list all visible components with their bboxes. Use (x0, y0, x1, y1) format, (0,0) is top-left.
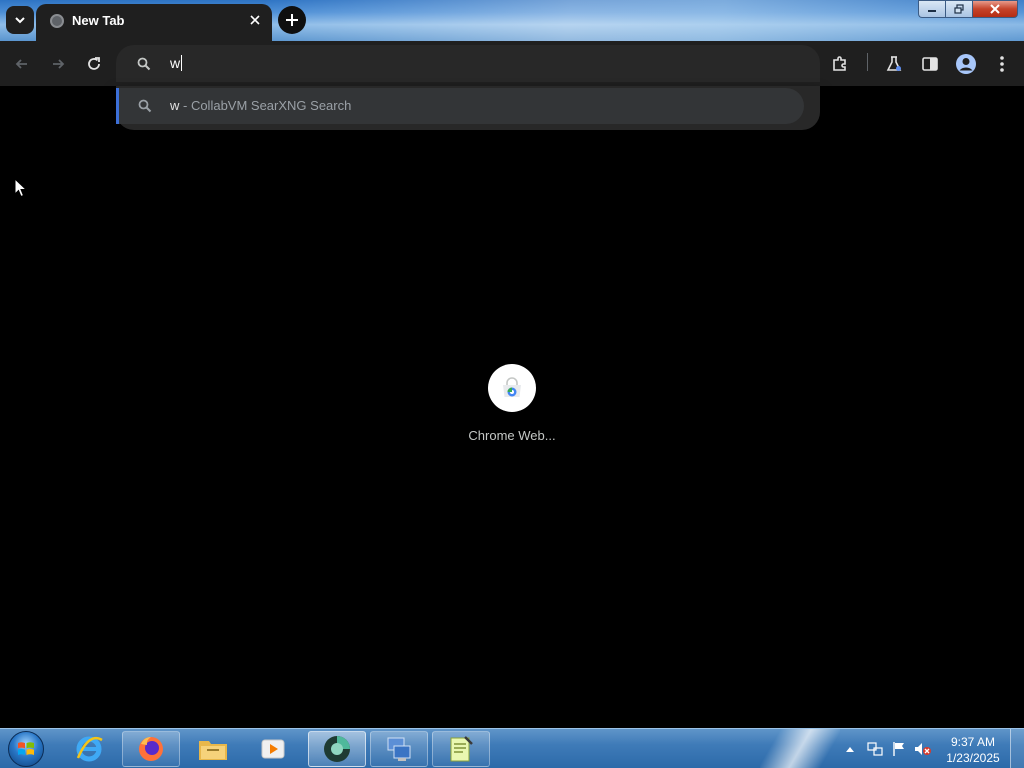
reload-icon (88, 57, 100, 70)
file-explorer-icon (199, 741, 227, 760)
network-icon (867, 742, 883, 756)
show-hidden-icons-button[interactable] (842, 729, 858, 768)
show-desktop-button[interactable] (1010, 729, 1024, 768)
tab-close-button[interactable] (246, 11, 264, 29)
tab-title: New Tab (72, 13, 125, 28)
profile-avatar-icon (956, 54, 976, 74)
taskbar-file-explorer[interactable] (184, 731, 242, 767)
omnibox-value: w (170, 55, 181, 71)
start-button[interactable] (6, 730, 46, 768)
search-icon (138, 99, 152, 113)
title-bar-sheen (264, 0, 1024, 41)
forward-button[interactable] (44, 50, 72, 78)
minimize-icon (928, 10, 936, 12)
reload-button[interactable] (80, 50, 108, 78)
network-computer-icon (387, 737, 411, 761)
extensions-button[interactable] (826, 50, 854, 78)
tray-network[interactable] (864, 729, 886, 768)
browser-toolbar: w (0, 41, 1024, 86)
taskbar-internet-explorer[interactable] (60, 731, 118, 767)
text-caret (181, 55, 183, 71)
shortcut-tile[interactable]: Chrome Web... (460, 364, 564, 443)
globe-icon (50, 14, 64, 28)
close-icon (990, 4, 1000, 14)
new-tab-button[interactable] (278, 6, 306, 34)
toolbar-separator (867, 53, 868, 71)
plus-icon (286, 14, 298, 26)
labs-flask-icon (886, 56, 902, 71)
profile-button[interactable] (952, 50, 980, 78)
omnibox-suggestion[interactable]: w - CollabVM SearXNG Search (116, 88, 804, 124)
tab-search-button[interactable] (6, 6, 34, 34)
taskbar-notepad[interactable] (432, 731, 490, 767)
kebab-menu-icon (1000, 56, 1004, 72)
arrow-right-icon (53, 59, 65, 69)
window-controls (918, 0, 1018, 18)
system-clock[interactable]: 9:37 AM 1/23/2025 (938, 734, 1008, 766)
labs-button[interactable] (880, 50, 908, 78)
search-icon (137, 57, 151, 71)
chrome-dark-icon (324, 736, 350, 762)
action-center-flag-icon (893, 742, 904, 756)
firefox-icon (139, 737, 163, 761)
chrome-menu-button[interactable] (988, 50, 1016, 78)
suggestion-text: w - CollabVM SearXNG Search (170, 98, 351, 113)
clock-date: 1/23/2025 (946, 751, 1000, 765)
suggestion-query: w (170, 98, 180, 113)
shortcut-label: Chrome Web... (468, 428, 556, 443)
taskbar-media-player[interactable] (244, 731, 302, 767)
arrow-left-icon (15, 59, 27, 69)
notepad-icon (450, 736, 473, 762)
omnibox[interactable]: w (116, 45, 820, 82)
volume-muted-icon (915, 743, 931, 755)
side-panel-button[interactable] (916, 50, 944, 78)
windows-start-icon (8, 731, 44, 767)
suggestion-suffix: - CollabVM SearXNG Search (179, 98, 352, 113)
media-player-icon (261, 739, 285, 759)
close-window-button[interactable] (972, 0, 1018, 18)
mouse-cursor-icon (14, 178, 28, 198)
taskbar-network-computer[interactable] (370, 731, 428, 767)
shortcut-icon-circle (488, 364, 536, 412)
tab-new-tab[interactable]: New Tab (36, 4, 272, 41)
back-button[interactable] (8, 50, 36, 78)
chrome-web-store-icon (503, 377, 521, 397)
taskbar-firefox[interactable] (122, 731, 180, 767)
taskbar-glow (760, 729, 840, 768)
taskbar-chrome-dark[interactable] (308, 731, 366, 767)
side-panel-icon (922, 57, 938, 71)
maximize-button[interactable] (945, 0, 972, 18)
title-bar: New Tab (0, 0, 1024, 41)
omnibox-dropdown: w - CollabVM SearXNG Search (116, 86, 820, 130)
show-hidden-icons-arrow (846, 747, 854, 752)
internet-explorer-icon (76, 736, 103, 762)
omnibox-input[interactable]: w (170, 55, 183, 71)
extensions-icon (833, 56, 846, 71)
tray-volume[interactable] (912, 729, 934, 768)
tray-action-center[interactable] (888, 729, 910, 768)
clock-time: 9:37 AM (950, 735, 996, 749)
chevron-down-icon (15, 17, 25, 24)
close-icon (250, 15, 260, 25)
taskbar: 9:37 AM 1/23/2025 (0, 728, 1024, 768)
minimize-button[interactable] (918, 0, 945, 18)
maximize-icon (954, 4, 964, 14)
